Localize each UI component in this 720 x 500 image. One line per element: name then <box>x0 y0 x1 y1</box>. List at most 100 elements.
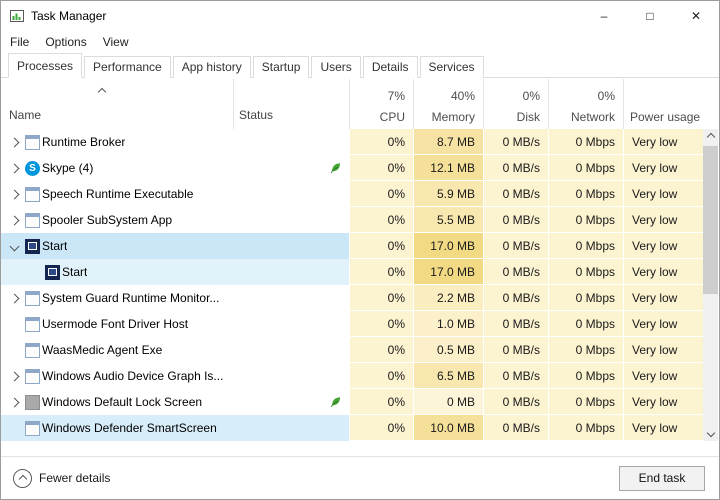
menu-file[interactable]: File <box>10 35 29 49</box>
memory-cell: 17.0 MB <box>413 259 483 285</box>
process-row[interactable]: Windows Audio Device Graph Is...0%6.5 MB… <box>1 363 706 389</box>
column-header-network[interactable]: 0% Network <box>548 89 623 124</box>
process-row[interactable]: Usermode Font Driver Host0%1.0 MB0 MB/s0… <box>1 311 706 337</box>
tab-details[interactable]: Details <box>363 56 418 78</box>
app-window-icon <box>25 343 40 358</box>
process-name-cell: Windows Default Lock Screen <box>1 389 233 415</box>
status-cell <box>233 311 349 337</box>
process-row[interactable]: Windows Defender SmartScreen 0%10.0 MB 0 M… <box>1 415 706 441</box>
tab-services[interactable]: Services <box>420 56 484 78</box>
cpu-cell: 0% <box>349 207 413 233</box>
cpu-cell: 0% <box>349 311 413 337</box>
memory-cell: 5.9 MB <box>413 181 483 207</box>
status-cell <box>233 155 349 181</box>
maximize-button[interactable]: □ <box>627 1 673 31</box>
power-cell: Very low <box>623 415 706 441</box>
process-row[interactable]: SSkype (4)0%12.1 MB0 MB/s0 MbpsVery low <box>1 155 706 181</box>
network-cell: 0 Mbps <box>548 311 623 337</box>
menu-options[interactable]: Options <box>45 35 86 49</box>
disk-cell: 0 MB/s <box>483 363 548 389</box>
cpu-cell: 0% <box>349 337 413 363</box>
column-header-disk[interactable]: 0% Disk <box>483 89 548 124</box>
disk-cell: 0 MB/s <box>483 233 548 259</box>
details-toggle-label: Fewer details <box>39 471 110 485</box>
memory-cell: 6.5 MB <box>413 363 483 389</box>
expand-chevron-icon[interactable] <box>5 191 23 198</box>
column-header-status[interactable]: Status <box>239 108 273 122</box>
status-cell <box>233 389 349 415</box>
power-cell: Very low <box>623 311 706 337</box>
details-toggle[interactable]: Fewer details <box>13 469 110 488</box>
process-row[interactable]: WaasMedic Agent Exe0%0.5 MB0 MB/s0 MbpsV… <box>1 337 706 363</box>
lock-screen-icon <box>25 395 40 410</box>
cpu-total-percent: 7% <box>349 89 405 103</box>
scroll-up-arrow[interactable] <box>703 129 718 145</box>
process-row[interactable]: Spooler SubSystem App0%5.5 MB0 MB/s0 Mbp… <box>1 207 706 233</box>
task-manager-window: Task Manager – □ ✕ FileOptionsView Proce… <box>0 0 720 500</box>
process-name: Windows Defender SmartScreen <box>42 421 217 435</box>
scroll-down-arrow[interactable] <box>703 425 718 441</box>
process-name: Usermode Font Driver Host <box>42 317 188 331</box>
expand-chevron-icon[interactable] <box>5 217 23 224</box>
memory-cell: 12.1 MB <box>413 155 483 181</box>
column-header-power[interactable]: Power usage <box>623 110 706 124</box>
disk-cell: 0 MB/s <box>483 181 548 207</box>
process-name-cell: Spooler SubSystem App <box>1 207 233 233</box>
process-name-cell: Start <box>1 233 233 259</box>
menubar: File Options View <box>1 31 719 53</box>
disk-cell: 0 MB/s <box>483 129 548 155</box>
memory-cell: 0.5 MB <box>413 337 483 363</box>
expand-chevron-icon[interactable] <box>5 399 23 406</box>
process-name: Speech Runtime Executable <box>42 187 193 201</box>
process-row[interactable]: System Guard Runtime Monitor...0%2.2 MB0… <box>1 285 706 311</box>
process-name-cell: SSkype (4) <box>1 155 233 181</box>
process-name: Skype (4) <box>42 161 93 175</box>
expand-chevron-icon[interactable] <box>5 295 23 302</box>
process-row[interactable]: Speech Runtime Executable0%5.9 MB0 MB/s0… <box>1 181 706 207</box>
tab-app-history[interactable]: App history <box>173 56 251 78</box>
network-cell: 0 Mbps <box>548 207 623 233</box>
minimize-button[interactable]: – <box>581 1 627 31</box>
tab-processes[interactable]: Processes <box>8 53 82 78</box>
column-header-memory[interactable]: 40% Memory <box>413 89 483 124</box>
task-manager-icon <box>10 9 24 23</box>
scrollbar-thumb[interactable] <box>703 146 718 294</box>
disk-cell: 0 MB/s <box>483 155 548 181</box>
status-cell <box>233 233 349 259</box>
expand-chevron-icon[interactable] <box>5 139 23 146</box>
cpu-cell: 0% <box>349 415 413 441</box>
process-name-cell: Speech Runtime Executable <box>1 181 233 207</box>
disk-cell: 0 MB/s <box>483 259 548 285</box>
power-cell: Very low <box>623 207 706 233</box>
chevron-up-circle-icon <box>13 469 32 488</box>
tab-startup[interactable]: Startup <box>253 56 310 78</box>
close-button[interactable]: ✕ <box>673 1 719 31</box>
process-name-cell: WaasMedic Agent Exe <box>1 337 233 363</box>
column-header-row: Name Status 7% CPU 40% Memory 0% Disk 0%… <box>1 79 706 129</box>
disk-cell: 0 MB/s <box>483 285 548 311</box>
expand-chevron-icon[interactable] <box>5 165 23 172</box>
tab-performance[interactable]: Performance <box>84 56 171 78</box>
process-row[interactable]: Runtime Broker0%8.7 MB0 MB/s0 MbpsVery l… <box>1 129 706 155</box>
menu-view[interactable]: View <box>103 35 129 49</box>
column-header-name[interactable]: Name <box>9 108 41 122</box>
status-cell <box>233 129 349 155</box>
process-row[interactable]: Start0%17.0 MB0 MB/s0 MbpsVery low <box>1 259 706 285</box>
process-name: Start <box>62 265 87 279</box>
tab-strip: ProcessesPerformanceApp historyStartupUs… <box>1 53 719 78</box>
disk-cell: 0 MB/s <box>483 311 548 337</box>
disk-total-percent: 0% <box>483 89 540 103</box>
process-name: Windows Default Lock Screen <box>42 395 202 409</box>
column-header-cpu[interactable]: 7% CPU <box>349 89 413 124</box>
collapse-chevron-icon[interactable] <box>5 243 23 250</box>
expand-chevron-icon[interactable] <box>5 373 23 380</box>
network-cell: 0 Mbps <box>548 337 623 363</box>
vertical-scrollbar[interactable] <box>703 129 718 441</box>
end-task-button[interactable]: End task <box>619 466 705 491</box>
process-row[interactable]: Windows Default Lock Screen0%0 MB0 MB/s0… <box>1 389 706 415</box>
tab-users[interactable]: Users <box>311 56 360 78</box>
network-cell: 0 Mbps <box>548 415 623 441</box>
process-row[interactable]: Start0%17.0 MB0 MB/s0 MbpsVery low <box>1 233 706 259</box>
memory-cell: 10.0 MB <box>413 415 483 441</box>
status-cell <box>233 337 349 363</box>
